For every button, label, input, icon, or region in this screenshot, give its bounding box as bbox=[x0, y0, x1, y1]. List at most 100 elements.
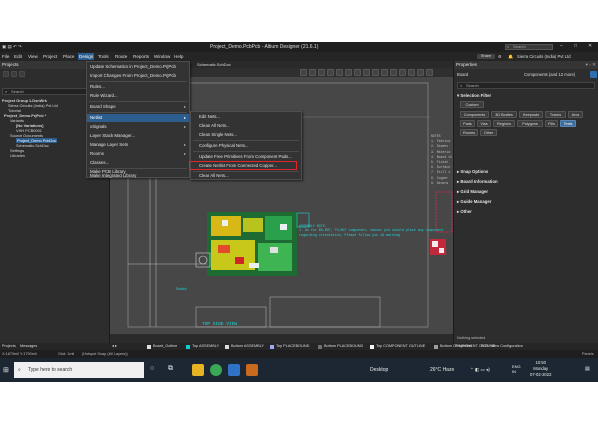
tab-schdoc[interactable]: Schematic.SchDoc bbox=[194, 61, 234, 68]
chip-regions[interactable]: Regions bbox=[493, 120, 515, 127]
tab-properties[interactable]: Properties bbox=[455, 343, 472, 350]
via-tool-icon[interactable] bbox=[381, 69, 388, 76]
select-tool-icon[interactable] bbox=[318, 69, 325, 76]
menu-item-rules[interactable]: Rules... bbox=[87, 83, 189, 91]
chip-pads[interactable]: Pads bbox=[460, 120, 475, 127]
layer-tab-bottom-placebound[interactable]: Bottom PLACEBOUND bbox=[318, 343, 363, 350]
chip-polygons[interactable]: Polygons bbox=[517, 120, 543, 127]
top-search-input[interactable]: ⌕ Search bbox=[505, 44, 553, 50]
chrome-icon[interactable] bbox=[210, 364, 222, 376]
chip-fills[interactable]: Fills bbox=[545, 120, 558, 127]
arc-tool-icon[interactable] bbox=[390, 69, 397, 76]
menu-item-board-shape[interactable]: Board Shape ▸ bbox=[87, 103, 189, 111]
chip-keepouts[interactable]: Keepouts bbox=[519, 111, 543, 118]
file-explorer-icon[interactable] bbox=[192, 364, 204, 376]
layer-tab-top-component-outline[interactable]: Top COMPONENT OUTLINE bbox=[370, 343, 425, 350]
board-information-section[interactable]: ▸ Board Information bbox=[457, 179, 498, 185]
menu-item-update-schematics[interactable]: Update Schematics in Project_Demo.PrjPcb bbox=[87, 63, 189, 71]
other-section[interactable]: ▸ Other bbox=[457, 209, 472, 215]
line-tool-icon[interactable] bbox=[426, 69, 433, 76]
menu-help[interactable]: Help bbox=[173, 53, 184, 60]
chip-components[interactable]: Components bbox=[460, 111, 489, 118]
place-tool-icon[interactable] bbox=[336, 69, 343, 76]
menu-window[interactable]: Window bbox=[153, 53, 171, 60]
polygon-tool-icon[interactable] bbox=[408, 69, 415, 76]
chip-arcs[interactable]: Arcs bbox=[568, 111, 583, 118]
chip-vias[interactable]: Vias bbox=[477, 120, 491, 127]
mail-app-icon[interactable] bbox=[228, 364, 240, 376]
diff-pair-icon[interactable] bbox=[354, 69, 361, 76]
layer-tab-top-placebound[interactable]: Top PLACEBOUND bbox=[270, 343, 309, 350]
chip-other[interactable]: Other bbox=[480, 129, 497, 136]
tab-messages[interactable]: Messages bbox=[20, 343, 37, 350]
snap-options-section[interactable]: ▸ Snap Options bbox=[457, 169, 488, 175]
tab-pcb[interactable]: PCB bbox=[481, 343, 489, 350]
menu-item-clean-single-nets[interactable]: Clean Single Nets... bbox=[191, 131, 301, 139]
layer-tab-bottom-assembly[interactable]: Bottom ASSEMBLY bbox=[225, 343, 264, 350]
menu-place[interactable]: Place bbox=[62, 53, 76, 60]
panel-tool-button-1[interactable] bbox=[3, 71, 9, 77]
menu-route[interactable]: Route bbox=[114, 53, 128, 60]
menu-item-clear-all-nets[interactable]: Clear All Nets... bbox=[191, 172, 301, 180]
menu-project[interactable]: Project bbox=[42, 53, 58, 60]
taskbar-search-input[interactable]: ⌕ Type here to search bbox=[14, 362, 144, 378]
quick-access-icons[interactable]: ▣ ▤ ↶ ↷ bbox=[2, 44, 22, 50]
menu-item-rooms[interactable]: Rooms ▸ bbox=[87, 150, 189, 158]
guide-manager-section[interactable]: ▸ Guide Manager bbox=[457, 199, 491, 205]
menu-item-xsignals[interactable]: xSignals ▸ bbox=[87, 123, 189, 131]
tab-projects[interactable]: Projects bbox=[2, 343, 16, 350]
panel-tool-button-3[interactable] bbox=[19, 71, 25, 77]
length-tune-icon[interactable] bbox=[363, 69, 370, 76]
menu-item-edit-nets[interactable]: Edit Nets... bbox=[191, 113, 301, 121]
minimize-button[interactable]: – bbox=[560, 43, 563, 49]
board-filter-dropdown[interactable]: Components (and 12 more) bbox=[524, 72, 575, 77]
menu-item-update-free-primitives[interactable]: Update Free Primitives From Component Pa… bbox=[191, 153, 301, 161]
maximize-button[interactable]: □ bbox=[574, 43, 577, 49]
panel-controls-icon[interactable]: ▾ ▫ ✕ bbox=[586, 61, 596, 69]
menu-item-clean-all-nets[interactable]: Clean All Nets... bbox=[191, 122, 301, 130]
menu-design[interactable]: Design bbox=[78, 53, 95, 60]
fill-tool-icon[interactable] bbox=[399, 69, 406, 76]
tab-view-configuration[interactable]: View Configuration bbox=[491, 343, 523, 350]
layer-tab-board-outline[interactable]: Board_Outline bbox=[147, 343, 177, 350]
menu-item-import-changes[interactable]: Import Changes From Project_Demo.PrjPcb bbox=[87, 72, 189, 80]
selection-filter-header[interactable]: ▾ Selection Filter bbox=[457, 93, 491, 99]
chip-texts[interactable]: Texts bbox=[560, 120, 576, 127]
menu-view[interactable]: View bbox=[27, 53, 39, 60]
chip-rooms[interactable]: Rooms bbox=[460, 129, 478, 136]
route-tool-icon[interactable] bbox=[309, 69, 316, 76]
grid-manager-section[interactable]: ▸ Grid Manager bbox=[457, 189, 488, 195]
menu-item-netlist[interactable]: Netlist ▸ bbox=[87, 114, 189, 122]
align-tool-icon[interactable] bbox=[327, 69, 334, 76]
share-button[interactable]: Share bbox=[477, 54, 495, 59]
task-switch-icon[interactable]: ⧉ bbox=[168, 365, 173, 373]
clock[interactable]: 10:50 Monday 07-02-2022 bbox=[530, 360, 551, 378]
menu-item-configure-physical-nets[interactable]: Configure Physical Nets... bbox=[191, 142, 301, 150]
filter-icon[interactable] bbox=[590, 71, 597, 78]
panels-button[interactable]: Panels bbox=[582, 350, 594, 358]
notifications-icon[interactable]: 🔔 bbox=[508, 53, 513, 60]
text-tool-icon[interactable] bbox=[417, 69, 424, 76]
account-name[interactable]: Sierra Circuits (India) Pvt Ltd bbox=[517, 53, 571, 60]
interactive-route-icon[interactable] bbox=[345, 69, 352, 76]
menu-item-rule-wizard[interactable]: Rule Wizard... bbox=[87, 92, 189, 100]
menu-item-manage-layer-sets[interactable]: Manage Layer Sets ▸ bbox=[87, 141, 189, 149]
menu-reports[interactable]: Reports bbox=[132, 53, 150, 60]
layer-scroll-arrows[interactable]: ◂ ▸ bbox=[112, 343, 117, 350]
menu-item-classes[interactable]: Classes... bbox=[87, 159, 189, 167]
system-tray-icons[interactable]: ⌃ ◧ ▭ ◂) bbox=[470, 367, 490, 373]
desktop-toolbar-label[interactable]: Desktop bbox=[370, 367, 388, 373]
notification-center-icon[interactable]: ▤ bbox=[585, 366, 590, 372]
menu-file[interactable]: File bbox=[1, 53, 10, 60]
chip-3d-bodies[interactable]: 3D Bodies bbox=[491, 111, 517, 118]
custom-button[interactable]: Custom bbox=[460, 101, 484, 108]
menu-edit[interactable]: Edit bbox=[13, 53, 23, 60]
menu-tools[interactable]: Tools bbox=[97, 53, 110, 60]
task-view-icon[interactable]: ○ bbox=[150, 365, 154, 372]
layer-tab-top-assembly[interactable]: Top ASSEMBLY bbox=[186, 343, 219, 350]
close-button[interactable]: ✕ bbox=[588, 43, 592, 49]
input-language[interactable]: ENG IN bbox=[512, 364, 521, 374]
pad-tool-icon[interactable] bbox=[372, 69, 379, 76]
menu-item-make-integrated-library[interactable]: Make Integrated Library bbox=[87, 173, 189, 178]
altium-taskbar-icon[interactable] bbox=[246, 364, 258, 376]
